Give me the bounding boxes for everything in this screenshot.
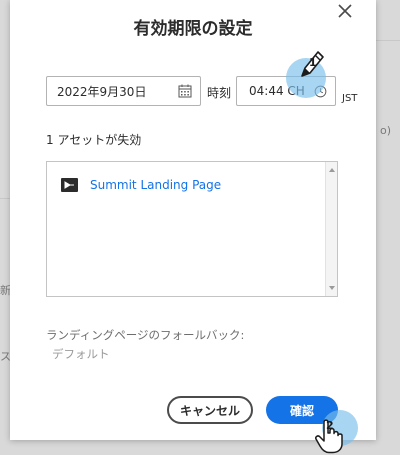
date-value: 2022年9月30日: [57, 84, 147, 99]
asset-count-text: 1 アセットが失効: [46, 133, 142, 147]
step-number: 1: [309, 56, 317, 69]
close-button[interactable]: [334, 0, 356, 22]
cancel-button[interactable]: キャンセル: [167, 396, 253, 424]
timezone-label: JST: [342, 93, 358, 104]
close-icon: [338, 4, 352, 18]
landing-page-icon: [61, 178, 78, 192]
step-number: 2: [326, 419, 334, 432]
asset-list: Summit Landing Page: [46, 161, 338, 297]
background-text-fragment: o): [380, 124, 392, 137]
hand-cursor-icon: 2: [315, 419, 343, 454]
scroll-up-icon[interactable]: [329, 168, 335, 172]
background-divider: [376, 40, 400, 41]
list-item[interactable]: Summit Landing Page: [61, 178, 221, 192]
fallback-label: ランディングページのフォールバック:: [46, 328, 245, 342]
scroll-down-icon[interactable]: [329, 286, 335, 290]
background-divider: [0, 198, 10, 199]
calendar-icon[interactable]: [178, 84, 192, 98]
asset-name: Summit Landing Page: [90, 178, 222, 192]
fallback-value: デフォルト: [52, 347, 110, 361]
pencil-cursor-icon: 1: [301, 51, 324, 77]
time-label: 時刻: [207, 86, 232, 100]
scrollbar[interactable]: [325, 162, 337, 296]
dialog-title: 有効期限の設定: [133, 19, 253, 39]
date-input[interactable]: 2022年9月30日: [46, 76, 201, 106]
